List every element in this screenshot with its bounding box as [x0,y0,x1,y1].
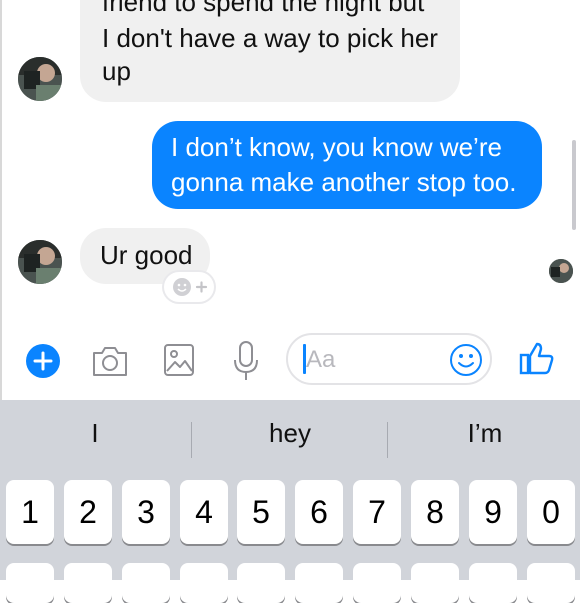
suggestion-1[interactable]: I [0,418,190,449]
keyboard-key[interactable] [411,563,459,603]
key-7[interactable]: 7 [353,480,401,544]
suggestion-divider [387,422,388,458]
message-input-placeholder: Aa [306,346,336,373]
message-text-line: up [102,56,131,86]
gallery-icon[interactable] [163,343,195,382]
keyboard-key[interactable] [237,563,285,603]
thumbs-up-icon[interactable] [518,340,556,381]
contact-avatar[interactable] [18,57,62,101]
keyboard-key[interactable] [469,563,517,603]
key-4[interactable]: 4 [180,480,228,544]
contact-avatar[interactable] [18,240,62,284]
keyboard-key[interactable] [353,563,401,603]
emoji-icon[interactable] [449,343,483,382]
microphone-icon[interactable] [230,340,262,387]
keyboard-key[interactable] [122,563,170,603]
message-input[interactable]: Aa [286,333,492,385]
key-5[interactable]: 5 [237,480,285,544]
key-8[interactable]: 8 [411,480,459,544]
suggestion-divider [191,422,192,458]
incoming-message-bubble[interactable]: friend to spend the night but I don't ha… [80,0,460,102]
camera-icon[interactable] [90,343,130,384]
outgoing-message-bubble[interactable]: I don’t know, you know we’re gonna make … [152,121,542,209]
key-2[interactable]: 2 [64,480,112,544]
message-text-line: I don't have a way to pick her [102,23,438,53]
key-1[interactable]: 1 [6,480,54,544]
message-text-line: I don’t know, you know we’re [171,132,502,162]
keyboard-key[interactable] [295,563,343,603]
screen-edge [0,0,2,400]
suggestion-2[interactable]: hey [195,418,385,449]
read-receipt-avatar [549,259,573,283]
add-reaction-icon [173,278,208,296]
keyboard-key[interactable] [6,563,54,603]
key-9[interactable]: 9 [469,480,517,544]
keyboard-key[interactable] [64,563,112,603]
keyboard-key[interactable] [527,563,575,603]
key-6[interactable]: 6 [295,480,343,544]
keyboard-key[interactable] [180,563,228,603]
key-0[interactable]: 0 [527,480,575,544]
add-reaction-button[interactable] [164,272,214,302]
message-text-line: gonna make another stop too. [171,167,517,197]
scroll-indicator [572,140,576,230]
plus-icon[interactable] [25,343,61,384]
suggestion-3[interactable]: I’m [390,418,580,449]
message-text-line: friend to spend the night but [102,0,425,17]
key-3[interactable]: 3 [122,480,170,544]
message-text-line: Ur good [100,240,193,270]
